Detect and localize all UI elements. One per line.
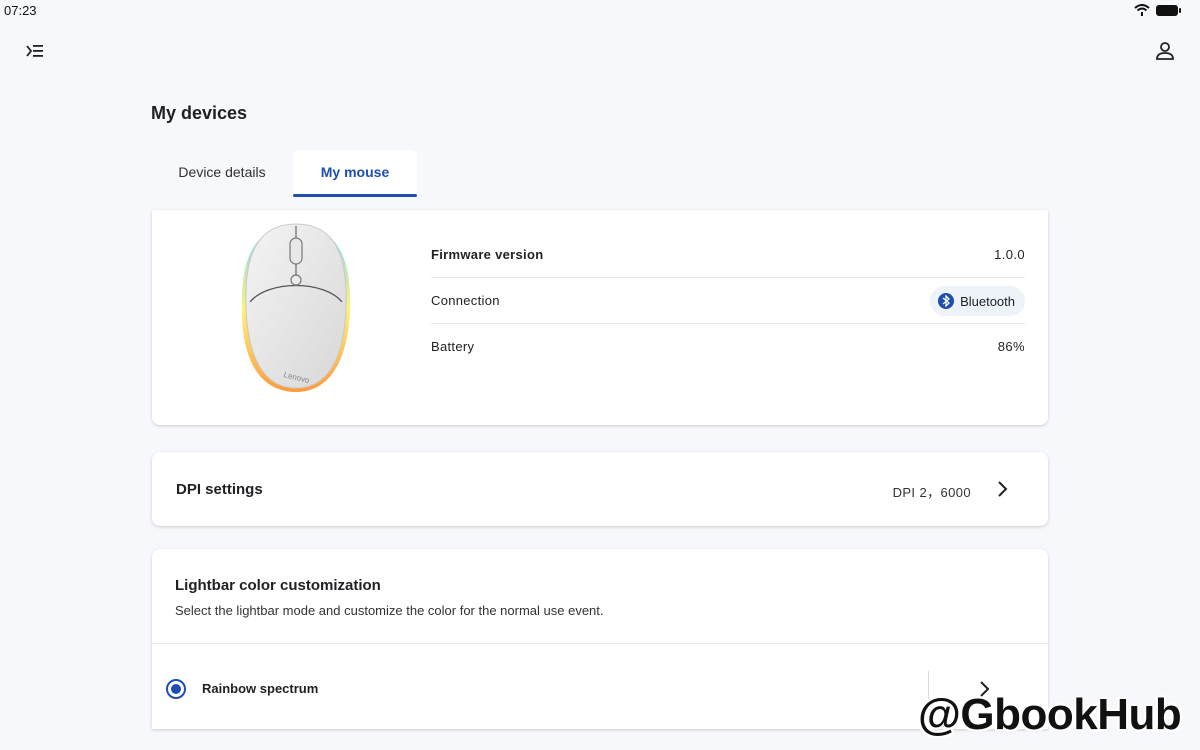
rainbow-spectrum-radio[interactable]	[166, 679, 186, 699]
device-info-list: Firmware version 1.0.0 Connection Blueto…	[431, 232, 1025, 369]
battery-icon	[1156, 5, 1181, 16]
battery-value: 86%	[997, 339, 1025, 354]
lightbar-title: Lightbar color customization	[175, 577, 381, 594]
divider	[152, 643, 1048, 644]
connection-label: Connection	[431, 293, 500, 308]
status-bar: 07:23	[0, 0, 1200, 22]
status-time: 07:23	[4, 3, 37, 18]
dpi-settings-card[interactable]: DPI settings DPI 2，6000	[152, 452, 1048, 526]
watermark-text: @GbookHub	[918, 690, 1182, 739]
device-info-card: Lenovo Firmware version 1.0.0 Connection…	[152, 210, 1048, 425]
connection-row: Connection Bluetooth	[431, 278, 1025, 324]
battery-row: Battery 86%	[431, 324, 1025, 369]
connection-value: Bluetooth	[960, 293, 1015, 309]
dpi-current-value: DPI 2，6000	[892, 485, 971, 500]
menu-icon[interactable]	[24, 40, 46, 62]
page-title: My devices	[151, 103, 248, 123]
tab-label: Device details	[178, 164, 266, 180]
chevron-right-icon	[998, 481, 1008, 497]
tab-label: My mouse	[320, 164, 390, 180]
firmware-value: 1.0.0	[994, 247, 1025, 262]
firmware-label: Firmware version	[431, 247, 544, 262]
bluetooth-icon	[938, 293, 955, 309]
mouse-image: Lenovo	[241, 223, 351, 392]
lightbar-description: Select the lightbar mode and customize t…	[175, 603, 604, 618]
tab-device-details[interactable]: Device details	[151, 150, 293, 195]
lightbar-card: Lightbar color customization Select the …	[152, 549, 1048, 729]
wifi-icon	[1134, 4, 1150, 16]
tab-my-mouse[interactable]: My mouse	[293, 150, 417, 197]
firmware-row: Firmware version 1.0.0	[431, 232, 1025, 278]
connection-chip: Bluetooth	[930, 286, 1025, 316]
account-icon[interactable]	[1154, 40, 1176, 62]
active-tab-indicator	[293, 194, 417, 197]
dpi-settings-title: DPI settings	[176, 481, 263, 498]
battery-label: Battery	[431, 339, 475, 354]
rainbow-spectrum-label: Rainbow spectrum	[202, 681, 319, 696]
